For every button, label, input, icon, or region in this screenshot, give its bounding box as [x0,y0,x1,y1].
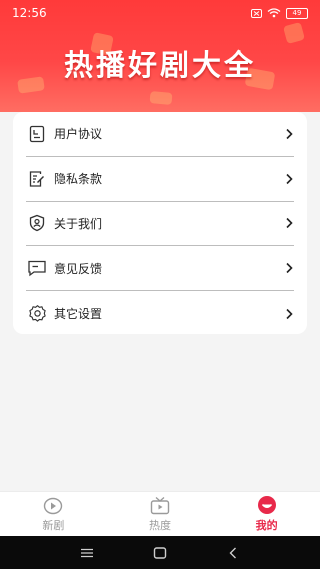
battery-icon: 49 [286,7,308,19]
menu-item-label: 隐私条款 [54,172,103,187]
status-time: 12:56 [12,6,47,20]
banner-title: 热播好剧大全 [63,48,256,82]
gear-icon [26,303,48,325]
home-icon[interactable] [145,543,175,563]
privacy-edit-icon [26,168,48,190]
chevron-right-icon [286,308,293,319]
tab-popularity[interactable]: 热度 [107,492,214,536]
menu-item-other-settings[interactable]: 其它设置 [26,291,294,336]
menu-icon[interactable] [72,543,102,563]
menu-item-user-agreement[interactable]: 用户协议 [26,112,294,157]
settings-card: 用户协议 隐私条款 关于我们 意见反馈 其它设置 [13,112,307,334]
status-bar: 12:56 49 [0,0,320,26]
tab-label: 热度 [149,519,171,532]
banner-decoration [149,91,173,105]
status-icons: 49 [251,7,308,19]
chevron-right-icon [286,263,293,274]
menu-item-label: 用户协议 [54,127,103,142]
tab-label: 新剧 [42,519,65,532]
wifi-icon [267,8,281,18]
menu-item-privacy[interactable]: 隐私条款 [26,157,294,202]
tab-label: 我的 [255,519,278,532]
menu-item-about-us[interactable]: 关于我们 [26,202,294,247]
chevron-right-icon [286,218,293,229]
shield-user-icon [26,212,48,234]
chevron-right-icon [286,128,293,139]
tv-icon [150,495,170,515]
sim-icon [251,8,262,18]
back-icon[interactable] [218,543,248,563]
play-circle-icon [43,495,63,515]
system-nav-bar [0,536,320,569]
tab-mine[interactable]: 我的 [213,492,320,536]
message-icon [26,257,48,279]
menu-item-label: 其它设置 [54,307,103,322]
tab-new-drama[interactable]: 新剧 [0,492,107,536]
profile-icon [257,495,277,515]
document-icon [26,123,48,145]
menu-item-feedback[interactable]: 意见反馈 [26,246,294,292]
bottom-tab-bar: 新剧 热度 我的 [0,491,320,536]
chevron-right-icon [286,173,293,184]
menu-item-label: 关于我们 [54,216,103,231]
menu-item-label: 意见反馈 [54,261,103,276]
